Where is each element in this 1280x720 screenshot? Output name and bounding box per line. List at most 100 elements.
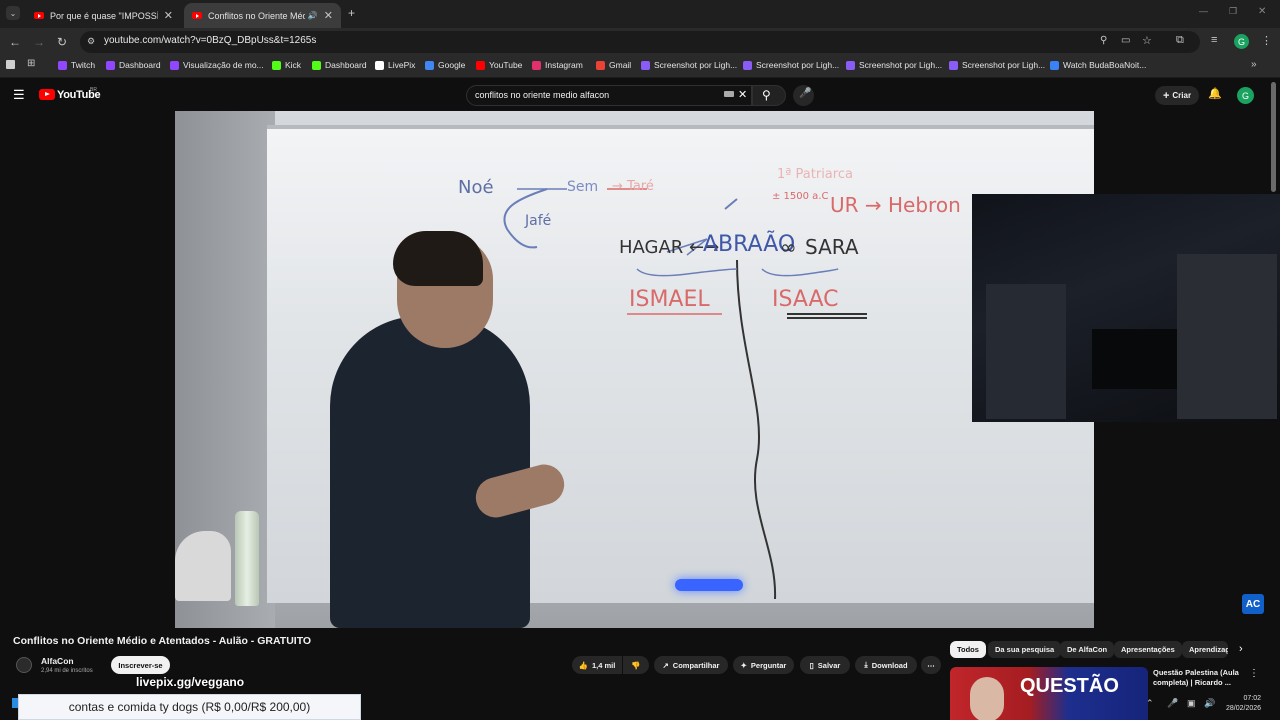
bookmark-item[interactable]: Instagram	[532, 60, 583, 70]
bookmark-favicon-icon	[532, 60, 541, 70]
download-label: Download	[871, 660, 908, 670]
wb-sem: Sem	[567, 179, 599, 195]
back-icon[interactable]: ←	[9, 35, 21, 49]
bookmark-favicon-icon	[743, 60, 752, 70]
bookmark-item[interactable]: Screenshot por Ligh...	[949, 60, 1045, 70]
chip-from-channel[interactable]: De AlfaCon	[1060, 641, 1115, 658]
close-tab-icon[interactable]: ✕	[164, 9, 173, 22]
keyboard-icon[interactable]	[724, 91, 734, 97]
wb-isaac: ISAAC	[772, 287, 839, 312]
clear-search-icon[interactable]: ✕	[738, 88, 747, 101]
download-button[interactable]: ⤓ Download	[855, 656, 917, 674]
tab-inactive[interactable]: Por que é quase "IMPOSSÍVEL" ✕	[26, 3, 181, 28]
like-button[interactable]: 👍 1,4 mil	[572, 656, 622, 674]
youtube-account-avatar[interactable]: G	[1237, 87, 1254, 104]
tab-search-icon[interactable]: ⌄	[6, 6, 20, 20]
site-info-icon[interactable]: ⚙	[87, 36, 95, 47]
bookmark-item[interactable]: Gmail	[596, 60, 631, 70]
tray-mic-icon[interactable]: 🎤	[1167, 698, 1178, 709]
forward-icon[interactable]: →	[33, 35, 45, 49]
bookmark-star-icon[interactable]: ☆	[1142, 34, 1152, 47]
bookmark-label: Twitch	[71, 60, 96, 70]
apps-grid-icon[interactable]: ⊞	[27, 58, 35, 69]
close-window-icon[interactable]: ✕	[1258, 6, 1266, 17]
chip-from-search[interactable]: Da sua pesquisa	[988, 641, 1062, 658]
youtube-logo-icon[interactable]	[39, 89, 55, 100]
bookmark-item[interactable]: Dashboard	[312, 60, 367, 70]
create-button[interactable]: + Criar	[1155, 86, 1199, 105]
search-query[interactable]: conflitos no oriente medio alfacon	[475, 90, 609, 100]
browser-profile-avatar[interactable]: G	[1234, 34, 1249, 49]
save-label: Salvar	[817, 660, 841, 670]
close-tab-icon[interactable]: ✕	[324, 9, 333, 22]
channel-watermark[interactable]: AC	[1242, 594, 1264, 614]
bookmark-item[interactable]: YouTube	[476, 60, 522, 70]
taskbar-clock[interactable]: 07:02 28/02/2026	[1226, 694, 1261, 714]
bookmark-label: Screenshot por Ligh...	[962, 60, 1046, 70]
video-player[interactable]: Noé Sem → Taré Jafé 1ª Patriarca ± 1500 …	[175, 111, 1094, 628]
reload-icon[interactable]: ↻	[57, 35, 67, 49]
subscribe-button[interactable]: Inscrever-se	[111, 656, 170, 674]
bookmark-favicon-icon	[846, 60, 855, 70]
bookmark-folder-icon[interactable]	[6, 60, 15, 69]
url-text[interactable]: youtube.com/watch?v=0BzQ_DBpUss&t=1265s	[104, 35, 316, 46]
extensions-icon[interactable]: ⧉	[1176, 34, 1184, 47]
restore-icon[interactable]: ❐	[1229, 6, 1237, 17]
chip-all[interactable]: Todos	[950, 641, 986, 658]
recommended-video-thumbnail[interactable]: QUESTÃO	[950, 667, 1148, 720]
reading-list-icon[interactable]: ≡	[1211, 34, 1217, 46]
bookmark-favicon-icon	[425, 60, 434, 70]
browser-menu-icon[interactable]: ⋮	[1261, 34, 1272, 47]
tray-chevron-icon[interactable]: ⌃	[1146, 698, 1154, 709]
tab-active[interactable]: Conflitos no Oriente Médio 🔊 ✕	[184, 3, 341, 28]
wb-jafe: Jafé	[525, 213, 552, 229]
search-icon[interactable]: ⚲	[762, 88, 771, 102]
presenter-hair	[393, 231, 483, 286]
ask-label: Perguntar	[750, 660, 787, 670]
chip-learning[interactable]: Aprendizagem	[1182, 641, 1228, 658]
chip-presentations[interactable]: Apresentações	[1114, 641, 1182, 658]
more-horizontal-icon: ⋯	[927, 660, 935, 670]
chips-next-icon[interactable]: ›	[1239, 643, 1243, 655]
guide-menu-icon[interactable]: ☰	[13, 87, 25, 103]
speaker-icon[interactable]: 🔊	[308, 11, 318, 20]
bookmark-favicon-icon	[375, 60, 384, 70]
bookmark-item[interactable]: Dashboard	[106, 60, 161, 70]
page-scrollbar[interactable]	[1271, 82, 1276, 192]
recommendation-menu-icon[interactable]: ⋮	[1249, 668, 1259, 679]
microphone-icon[interactable]: 🎤	[799, 88, 811, 99]
bookmark-item[interactable]: Watch BudaBoaNoit...	[1050, 60, 1146, 70]
marker-tray	[675, 579, 743, 591]
cast-icon[interactable]: ▭	[1121, 35, 1130, 46]
channel-name[interactable]: AlfaCon	[41, 656, 74, 666]
new-tab-icon[interactable]: +	[348, 6, 355, 20]
share-button[interactable]: ↗ Compartilhar	[654, 656, 728, 674]
bookmark-item[interactable]: Visualização de mo...	[170, 60, 264, 70]
webcam-door	[986, 284, 1066, 419]
bookmark-item[interactable]: Screenshot por Ligh...	[743, 60, 839, 70]
bookmark-favicon-icon	[106, 60, 115, 70]
channel-avatar[interactable]	[16, 657, 32, 673]
bookmark-favicon-icon	[170, 60, 179, 70]
save-button[interactable]: ▯ Salvar	[800, 656, 850, 674]
bookmarks-overflow-icon[interactable]: »	[1251, 59, 1257, 70]
minimize-icon[interactable]: —	[1199, 6, 1208, 16]
bookmark-item[interactable]: Kick	[272, 60, 301, 70]
bookmark-favicon-icon	[58, 60, 67, 70]
ask-button[interactable]: ✦ Perguntar	[733, 656, 794, 674]
dislike-button[interactable]: 👎	[623, 656, 649, 674]
tray-network-icon[interactable]: ▣	[1187, 698, 1196, 709]
bookmark-item[interactable]: LivePix	[375, 60, 415, 70]
water-bottle	[235, 511, 259, 606]
more-actions-button[interactable]: ⋯	[921, 656, 941, 674]
bookmark-item[interactable]: Screenshot por Ligh...	[641, 60, 737, 70]
plus-icon: +	[1162, 89, 1170, 102]
bookmark-favicon-icon	[1050, 60, 1059, 70]
bookmark-item[interactable]: Google	[425, 60, 465, 70]
recommended-video-title[interactable]: Questão Palestina (Aula completa) | Rica…	[1153, 668, 1248, 688]
tray-volume-icon[interactable]: 🔊	[1204, 698, 1215, 709]
bookmark-item[interactable]: Screenshot por Ligh...	[846, 60, 942, 70]
notifications-bell-icon[interactable]: 🔔	[1208, 87, 1222, 100]
zoom-icon[interactable]: ⚲	[1100, 35, 1107, 46]
bookmark-item[interactable]: Twitch	[58, 60, 95, 70]
